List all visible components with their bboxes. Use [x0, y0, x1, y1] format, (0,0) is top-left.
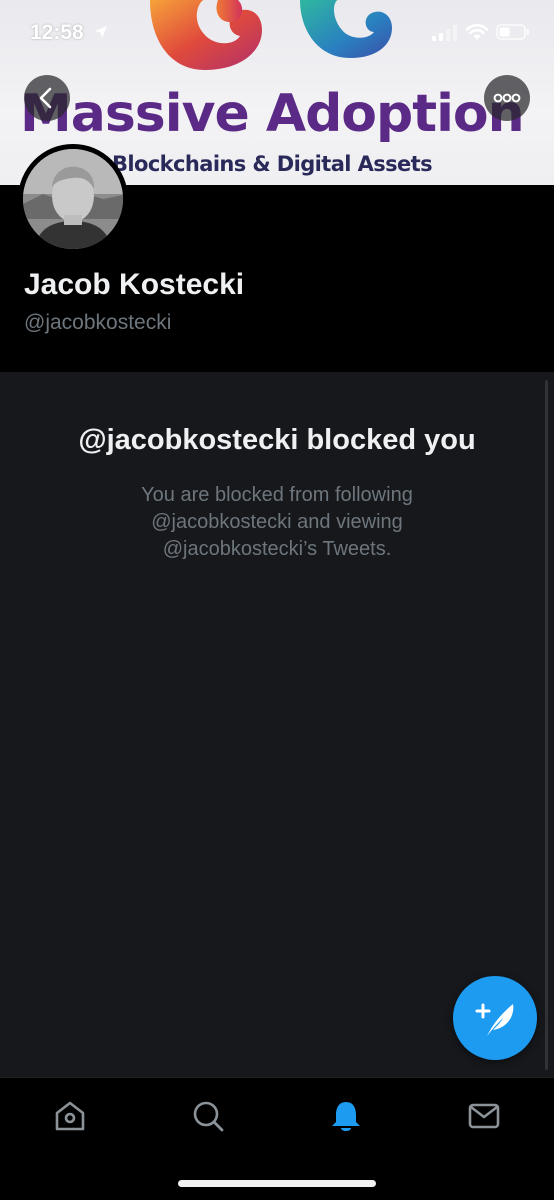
blocked-description-line: You are blocked from following — [141, 484, 413, 506]
bell-icon — [332, 1102, 360, 1131]
chevron-left-icon — [39, 87, 52, 109]
blocked-title: @jacobkostecki blocked you — [78, 424, 476, 456]
home-icon — [55, 1101, 85, 1131]
tab-search[interactable] — [188, 1096, 228, 1136]
search-icon — [193, 1101, 224, 1132]
banner-subtitle: Blockchains & Digital Assets — [112, 152, 433, 176]
home-indicator[interactable] — [178, 1180, 376, 1187]
tab-messages[interactable] — [464, 1096, 504, 1136]
cellular-signal-icon — [432, 25, 457, 41]
banner-title: Massive Adoption — [20, 84, 525, 144]
more-options-button[interactable] — [484, 75, 530, 121]
blocked-description-line: @jacobkostecki and viewing — [151, 511, 403, 533]
avatar[interactable] — [18, 144, 128, 254]
blocked-description: You are blocked from following @jacobkos… — [0, 482, 554, 563]
status-time: 12:58 — [30, 21, 84, 44]
tab-notifications[interactable] — [326, 1096, 366, 1136]
status-bar: 12:58 — [0, 18, 554, 50]
battery-icon — [496, 24, 529, 40]
mail-icon — [468, 1103, 500, 1129]
back-button[interactable] — [24, 75, 70, 121]
location-arrow-icon — [95, 26, 107, 38]
person-photo-icon — [23, 149, 123, 249]
blocked-description-line: @jacobkostecki’s Tweets. — [162, 538, 392, 560]
compose-tweet-button[interactable] — [453, 976, 537, 1060]
more-dots-icon — [493, 93, 521, 103]
avatar-photo — [23, 149, 123, 249]
tab-home[interactable] — [50, 1096, 90, 1136]
profile-handle: @jacobkostecki — [24, 311, 172, 334]
profile-name: Jacob Kostecki — [24, 268, 245, 301]
wifi-icon — [465, 24, 489, 40]
feather-plus-icon — [475, 1003, 514, 1036]
blocked-panel: @jacobkostecki blocked you You are block… — [0, 372, 554, 1077]
